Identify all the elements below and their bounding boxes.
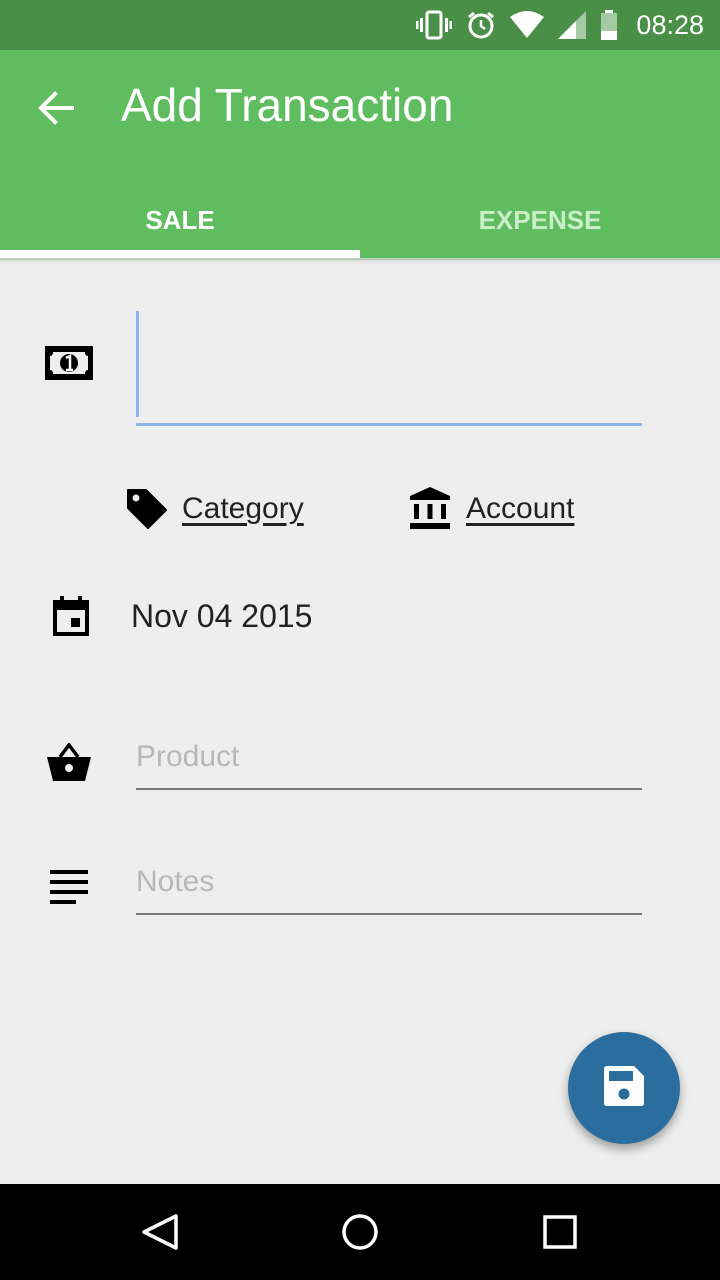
nav-back-button[interactable] <box>136 1208 184 1256</box>
navigation-bar <box>0 1184 720 1280</box>
product-field[interactable]: Product <box>136 734 642 790</box>
home-icon <box>336 1214 384 1260</box>
tab-indicator <box>0 250 360 258</box>
status-bar: 08:28 <box>0 0 720 50</box>
save-button[interactable] <box>568 1032 680 1144</box>
save-icon <box>604 1065 644 1111</box>
calendar-icon <box>53 596 89 641</box>
tab-bar: SALE EXPENSE <box>0 180 720 260</box>
account-link[interactable]: Account <box>466 492 574 526</box>
notes-placeholder: Notes <box>136 865 215 898</box>
date-picker[interactable]: Nov 04 2015 <box>131 598 312 635</box>
signal-icon <box>558 11 587 39</box>
nav-recents-button[interactable] <box>536 1208 584 1256</box>
category-link[interactable]: Category <box>182 492 304 526</box>
page-title: Add Transaction <box>121 79 454 131</box>
notes-field[interactable]: Notes <box>136 859 642 915</box>
alarm-icon <box>466 10 496 40</box>
tag-icon <box>126 488 168 535</box>
basket-icon <box>47 742 91 786</box>
status-time: 08:28 <box>636 9 704 40</box>
wifi-icon <box>510 11 545 39</box>
text-cursor <box>136 311 139 417</box>
app-bar: Add Transaction SALE EXPENSE <box>0 50 720 260</box>
money-icon <box>45 346 93 385</box>
nav-home-button[interactable] <box>336 1208 384 1256</box>
battery-icon <box>600 10 618 40</box>
back-icon <box>136 1214 184 1260</box>
status-icons: 08:28 <box>416 0 720 50</box>
app-bar-shadow <box>0 258 720 264</box>
vibrate-icon <box>416 10 453 40</box>
tab-sale[interactable]: SALE <box>0 180 360 260</box>
recents-icon <box>536 1215 584 1260</box>
arrow-back-icon <box>36 91 76 132</box>
notes-icon <box>50 870 90 911</box>
back-button[interactable] <box>36 88 76 128</box>
product-placeholder: Product <box>136 740 240 773</box>
bank-icon <box>410 487 450 534</box>
tab-expense[interactable]: EXPENSE <box>360 180 720 260</box>
amount-input[interactable] <box>136 308 642 426</box>
